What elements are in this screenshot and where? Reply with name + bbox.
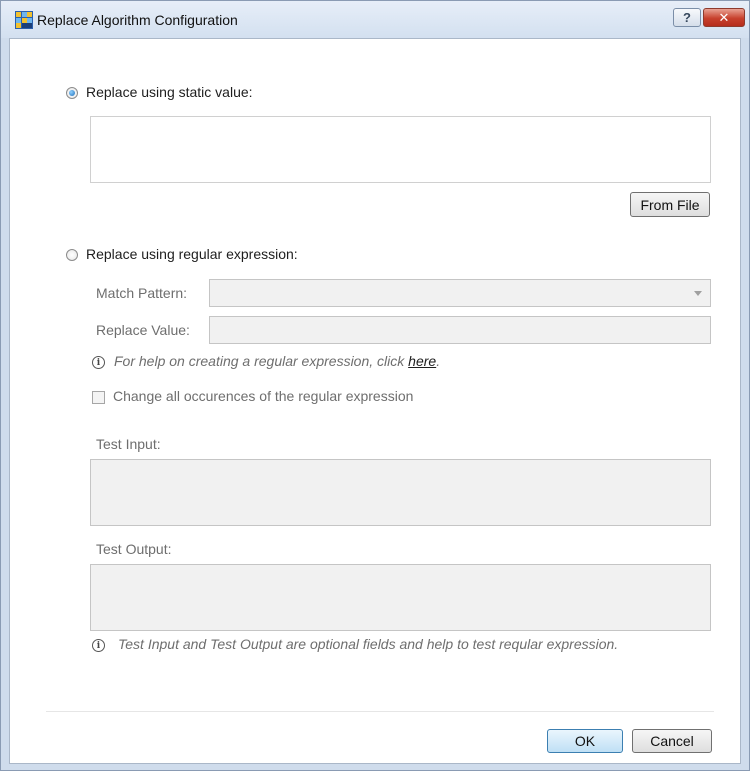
close-button[interactable]: ✕ [703,8,745,27]
chevron-down-icon [694,291,702,296]
regex-label[interactable]: Replace using regular expression: [86,246,298,262]
from-file-label: From File [640,196,700,213]
static-value-radio[interactable] [66,87,78,99]
replace-value-label: Replace Value: [96,322,190,338]
title-bar[interactable]: Replace Algorithm Configuration ? ✕ [1,1,749,38]
close-icon: ✕ [718,9,730,25]
from-file-button[interactable]: From File [630,192,710,217]
cancel-label: Cancel [650,733,694,749]
match-pattern-label: Match Pattern: [96,285,188,301]
info-icon: i [92,356,105,369]
help-button[interactable]: ? [673,8,701,27]
info-icon: i [92,639,105,652]
footer-separator [46,711,714,712]
test-output-label: Test Output: [96,541,172,557]
regex-radio[interactable] [66,249,78,261]
static-value-input[interactable] [90,116,711,183]
app-icon [15,11,33,29]
change-all-label[interactable]: Change all occurences of the regular exp… [113,388,413,404]
help-icon: ? [683,10,691,25]
static-value-label[interactable]: Replace using static value: [86,84,253,100]
dialog-window: Replace Algorithm Configuration ? ✕ Repl… [0,0,750,771]
test-input-label: Test Input: [96,436,161,452]
test-input-field[interactable] [90,459,711,526]
dialog-content: Replace using static value: From File Re… [9,38,741,764]
regex-help-note: For help on creating a regular expressio… [114,353,440,369]
regex-help-suffix: . [436,353,441,369]
match-pattern-select[interactable] [209,279,711,307]
test-output-field[interactable] [90,564,711,631]
change-all-checkbox[interactable] [92,391,105,404]
regex-help-link[interactable]: here [408,353,436,369]
window-title: Replace Algorithm Configuration [37,12,238,28]
ok-button[interactable]: OK [547,729,623,753]
test-note: Test Input and Test Output are optional … [118,636,619,652]
cancel-button[interactable]: Cancel [632,729,712,753]
ok-label: OK [574,733,596,749]
regex-help-text: For help on creating a regular expressio… [114,353,409,369]
replace-value-input[interactable] [209,316,711,344]
